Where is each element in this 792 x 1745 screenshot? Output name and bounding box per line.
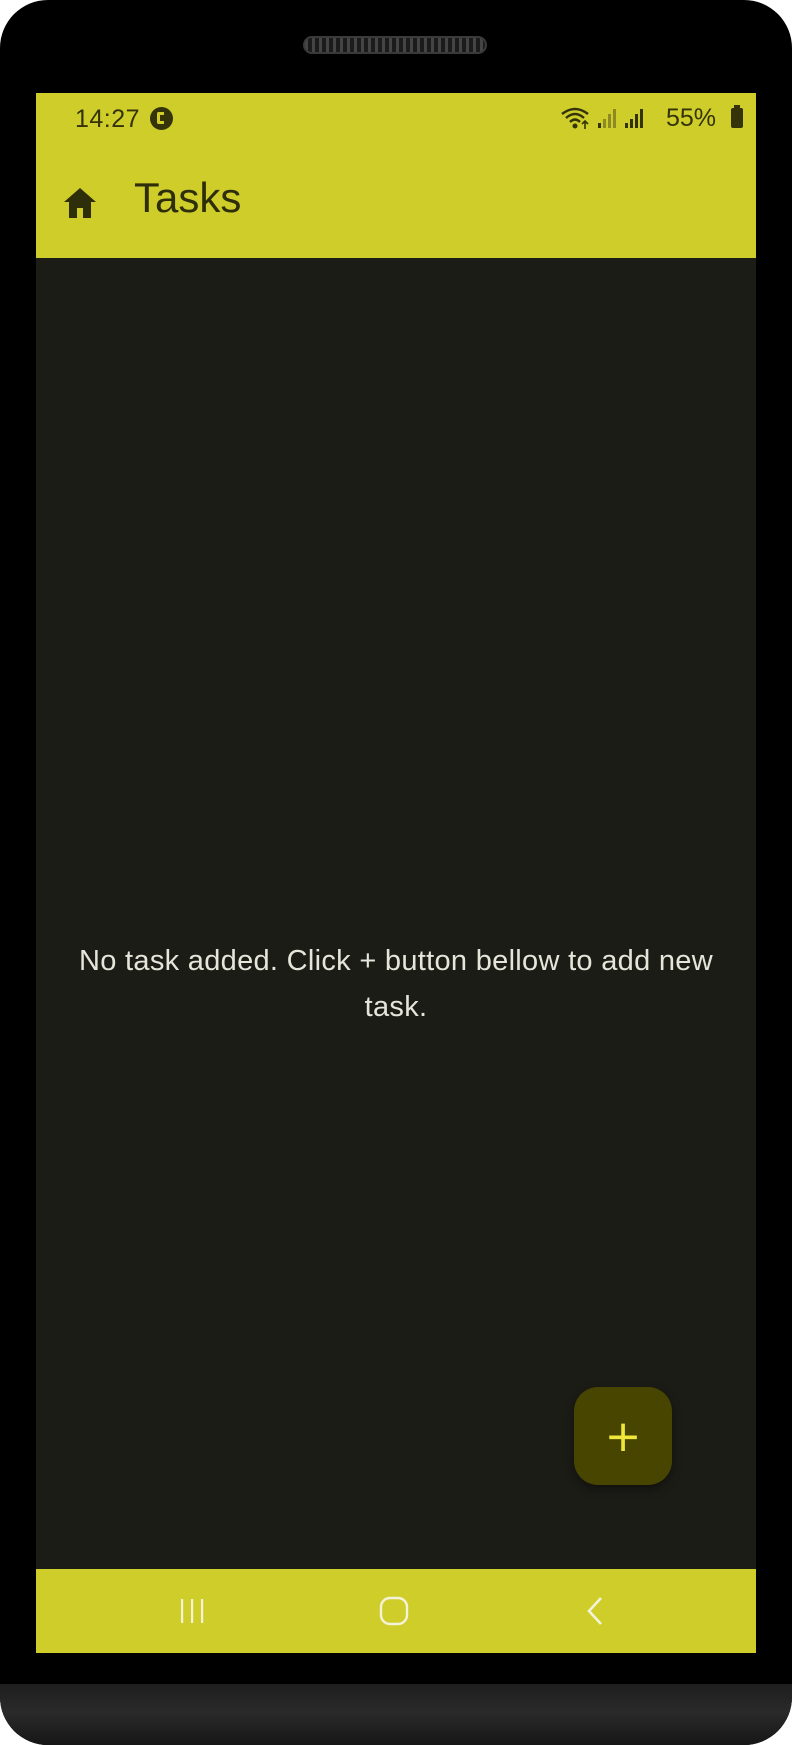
- home-icon[interactable]: [60, 184, 100, 222]
- status-bar: 14:27 55%: [36, 93, 756, 146]
- app-notification-icon: [150, 107, 173, 130]
- status-icons: 55%: [546, 103, 746, 133]
- system-navigation-bar: [36, 1569, 756, 1653]
- status-time: 14:27: [75, 105, 141, 133]
- plus-icon: +: [604, 1410, 642, 1462]
- recent-apps-icon[interactable]: [132, 1569, 252, 1653]
- wifi-icon: [561, 107, 589, 129]
- battery-percentage: 55%: [665, 104, 716, 132]
- top-app-bar: Tasks: [36, 146, 756, 258]
- speaker-grille: [303, 36, 487, 54]
- battery-icon: [731, 105, 743, 128]
- phone-frame: 14:27 55% Tasks No task added. Click + b…: [0, 0, 792, 1745]
- signal-icon: [625, 109, 643, 128]
- empty-state-message: No task added. Click + button bellow to …: [79, 945, 713, 1023]
- add-task-button[interactable]: +: [574, 1387, 672, 1485]
- back-icon[interactable]: [536, 1569, 656, 1653]
- phone-chin: [0, 1684, 792, 1745]
- screen: 14:27 55% Tasks No task added. Click + b…: [36, 93, 756, 1653]
- signal-icon: [598, 109, 616, 128]
- home-circle-icon[interactable]: [334, 1569, 454, 1653]
- page-title: Tasks: [134, 174, 242, 221]
